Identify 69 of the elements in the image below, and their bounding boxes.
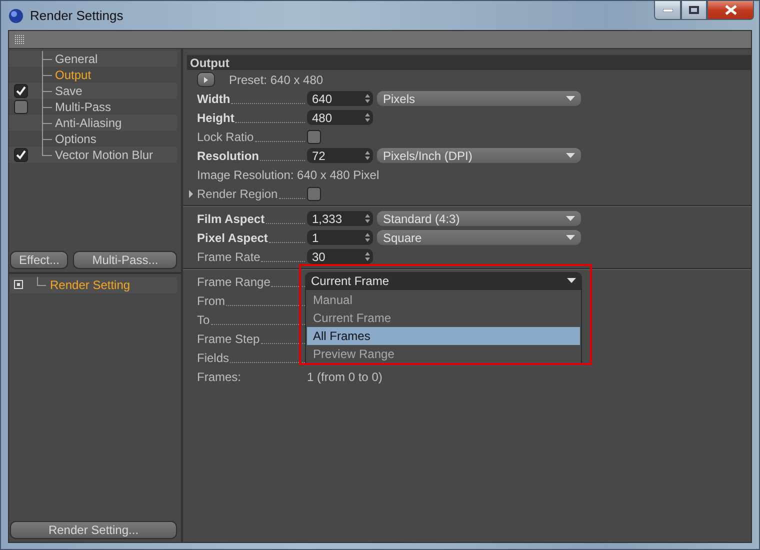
field-label: From	[197, 294, 225, 308]
field-label: Lock Ratio	[197, 130, 254, 144]
field-label: To	[197, 312, 210, 326]
number-field[interactable]: 72	[307, 148, 373, 163]
expand-arrow-icon[interactable]	[189, 190, 193, 198]
field-label: Pixel Aspect	[197, 230, 268, 244]
number-field[interactable]: 640	[307, 91, 373, 106]
sidebar-item[interactable]: Save	[9, 83, 177, 99]
effect-button[interactable]: Multi-Pass...	[73, 250, 177, 268]
sidebar-item[interactable]: Anti-Aliasing	[9, 115, 177, 131]
minimize-icon	[662, 8, 672, 12]
preset-button[interactable]	[197, 72, 215, 87]
checkbox[interactable]	[14, 148, 28, 162]
unit-dropdown[interactable]: Pixels/Inch (DPI)	[377, 148, 581, 163]
preset-text: Preset: 640 x 480	[229, 72, 324, 86]
field-label: Frames:	[197, 370, 242, 384]
field-label: Resolution	[197, 148, 259, 162]
menu-option[interactable]: All Frames	[307, 327, 580, 345]
spin-arrows-icon	[365, 151, 370, 160]
menu-option[interactable]: Preview Range	[307, 345, 580, 363]
caret-icon	[566, 235, 575, 240]
sidebar-item[interactable]: General	[9, 51, 177, 67]
effect-button[interactable]: Effect...	[10, 250, 68, 268]
field-label: Film Aspect	[197, 212, 265, 226]
section-header: Output	[187, 55, 751, 70]
caret-icon	[566, 96, 575, 101]
menu-option[interactable]: Manual	[307, 291, 580, 309]
frame-range-dropdown[interactable]: Current Frame	[305, 272, 582, 289]
field-label: Render Region	[197, 186, 278, 200]
spin-arrows-icon	[365, 113, 370, 122]
spin-arrows-icon	[365, 214, 370, 223]
settings-item[interactable]: Render Setting	[10, 276, 177, 292]
checkbox[interactable]	[14, 84, 28, 98]
close-icon	[724, 5, 736, 15]
field-label: Width	[197, 92, 230, 106]
render-setting-button[interactable]: Render Setting...	[10, 521, 177, 539]
frames-value: 1 (from 0 to 0)	[307, 370, 382, 384]
play-icon	[204, 76, 208, 82]
field-label: Fields	[197, 350, 230, 364]
menu-option[interactable]: Current Frame	[307, 309, 580, 327]
caret-icon	[566, 216, 575, 221]
checkbox[interactable]	[14, 100, 28, 114]
unit-dropdown[interactable]: Square	[377, 230, 581, 245]
maximize-button[interactable]	[681, 1, 707, 20]
unit-dropdown[interactable]: Pixels	[377, 91, 581, 106]
window-title: Render Settings	[30, 8, 124, 23]
spin-arrows-icon	[365, 252, 370, 261]
unit-dropdown[interactable]: Standard (4:3)	[377, 211, 581, 226]
spin-arrows-icon	[365, 94, 370, 103]
number-field[interactable]: 30	[307, 249, 373, 264]
number-field[interactable]: 1,333	[307, 211, 373, 226]
field-label: Frame Step	[197, 332, 260, 346]
checkbox[interactable]	[307, 186, 321, 200]
field-label: Frame Rate	[197, 250, 260, 264]
info-text: Image Resolution: 640 x 480 Pixel	[197, 168, 380, 182]
app-logo-icon	[8, 8, 24, 24]
number-field[interactable]: 480	[307, 110, 373, 125]
sidebar-item[interactable]: Vector Motion Blur	[9, 147, 177, 163]
number-field[interactable]: 1	[307, 230, 373, 245]
checkbox[interactable]	[307, 130, 321, 144]
close-button[interactable]	[707, 1, 754, 20]
caret-icon	[567, 278, 576, 283]
caret-icon	[566, 153, 575, 158]
field-label: Frame Range	[197, 274, 270, 288]
maximize-icon	[689, 6, 699, 14]
spin-arrows-icon	[365, 233, 370, 242]
minimize-button[interactable]	[654, 1, 681, 20]
field-label: Height	[197, 110, 234, 124]
target-icon	[14, 280, 23, 289]
